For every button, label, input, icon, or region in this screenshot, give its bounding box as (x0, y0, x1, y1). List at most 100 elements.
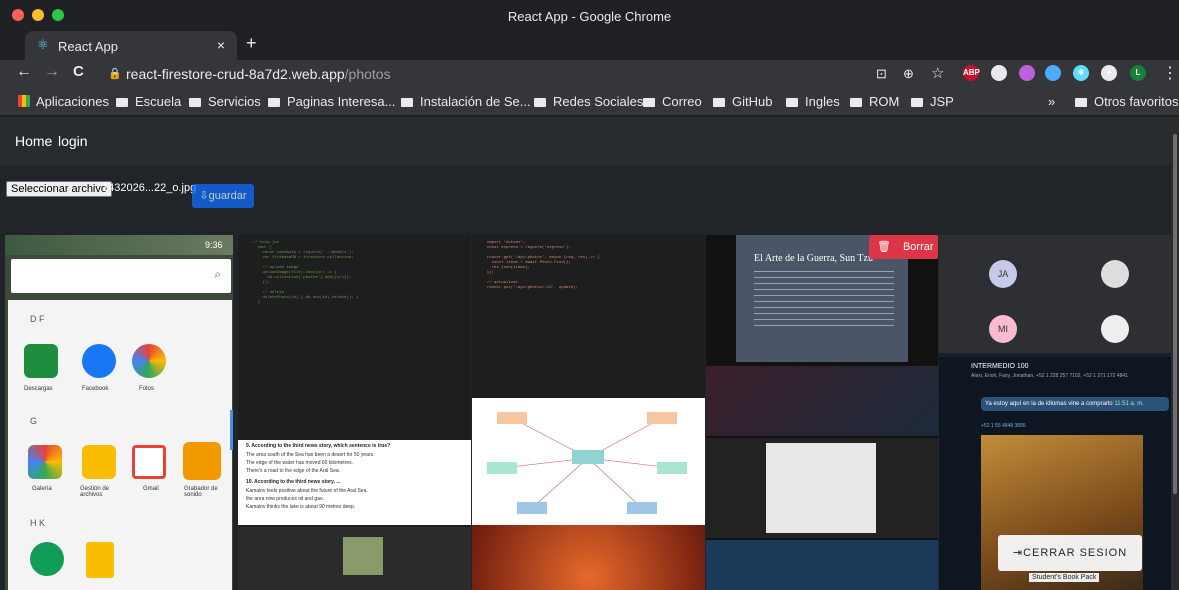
folder-icon (911, 98, 923, 107)
quiz-option: Kamalov feels positive about the future … (246, 488, 368, 494)
participant-avatar: MI (989, 315, 1017, 343)
cube-icon[interactable] (991, 65, 1007, 81)
abp-icon[interactable]: ABP (963, 65, 980, 81)
forward-button[interactable]: → (44, 63, 60, 81)
app-navbar: Home login (0, 117, 1171, 165)
bookmark-folder[interactable]: Ingles (786, 94, 840, 109)
download-icon: ⇩ (199, 190, 209, 202)
files-app-icon (82, 445, 116, 479)
translate-icon[interactable]: ⊡ (876, 66, 887, 82)
lock-icon: 🔒 (108, 68, 122, 80)
quiz-option: The edge of the water has moved 60 kilom… (246, 460, 354, 466)
code-screenshot: import 'dotenv'; const express = require… (486, 241, 600, 290)
chrome-menu-icon[interactable]: ⋮ (1162, 63, 1178, 83)
bookmark-folder[interactable]: Instalación de Se... (401, 94, 531, 109)
folder-icon (401, 98, 413, 107)
downloads-app-icon (24, 344, 58, 378)
folder-icon (850, 98, 862, 107)
selected-filename: 1432026...22_o.jpg (102, 182, 197, 194)
bookmark-folder[interactable]: Paginas Interesa... (268, 94, 395, 109)
bookmark-folder[interactable]: ROM (850, 94, 899, 109)
app-label: Grabador de sonido (184, 486, 218, 498)
scroll-indicator (230, 410, 233, 450)
tab-label: React App (58, 39, 118, 54)
folder-icon (534, 98, 546, 107)
react-favicon-icon: ⚛ (37, 37, 49, 52)
app-label: Gestión de archivos (80, 486, 110, 498)
photos-page: Seleccionar archivo 1432026...22_o.jpg ⇩… (0, 165, 1171, 590)
bookmark-folder[interactable]: Correo (643, 94, 702, 109)
chat-members: Alexi, Enoh, Fany, Jonathan, +52 1 228 2… (971, 373, 1128, 379)
code-screenshot: // hoja.jsx cmd: [ const saveAuto = requ… (252, 241, 359, 305)
desktop-screenshot (706, 366, 938, 436)
quiz-option: The area south of the Sea has been a des… (246, 452, 375, 458)
bookmark-folder[interactable]: Redes Sociales (534, 94, 643, 109)
profile-avatar[interactable]: L (1130, 65, 1146, 81)
window-title: React App - Google Chrome (507, 9, 672, 24)
window-titlebar: React App - Google Chrome (0, 0, 1179, 30)
photo-image (5, 235, 233, 255)
zoom-icon[interactable]: ⊕ (903, 66, 914, 82)
mindmap-diagram (487, 412, 687, 514)
puzzle-icon[interactable]: ✦ (1101, 65, 1117, 81)
taskbar-screenshot (706, 540, 938, 590)
folder-icon (116, 98, 128, 107)
news-page (766, 443, 876, 533)
chat-title: INTERMEDIO 100 (971, 363, 1029, 370)
address-bar[interactable]: 🔒 react-firestore-crud-8a7d2.web.app/pho… (104, 62, 959, 86)
bookmark-star-icon[interactable]: ☆ (931, 64, 944, 82)
app-label: Galería (32, 486, 52, 492)
trash-icon: 🗑 (877, 241, 891, 253)
app-label: Facebook (82, 386, 109, 392)
new-tab-button[interactable]: + (246, 33, 257, 54)
bookmark-folder[interactable]: Escuela (116, 94, 181, 109)
photo-card[interactable]: import 'dotenv'; const express = require… (472, 235, 705, 590)
photo-card[interactable]: El Arte de la Guerra, Sun Tzu 🗑 Borrar (706, 235, 938, 590)
app-label: Fotos (139, 386, 155, 392)
nav-home-link[interactable]: Home (15, 133, 52, 149)
tab-close-icon[interactable]: × (217, 37, 225, 53)
hangouts-app-icon (30, 542, 64, 576)
folder-icon (189, 98, 201, 107)
react-ext-icon[interactable]: ⚛ (1073, 65, 1089, 81)
search-icon: ⌕ (214, 267, 221, 281)
folder-icon (786, 98, 798, 107)
video-call-screenshot (238, 527, 471, 590)
mindmap-screenshot (472, 398, 705, 525)
gallery-app-icon (28, 445, 62, 479)
app-label: Gmail (143, 486, 159, 492)
book-title: El Arte de la Guerra, Sun Tzu (754, 253, 873, 264)
quiz-option: the area now produces oil and gas. (246, 496, 324, 502)
quiz-question: 9. According to the third news story, wh… (246, 443, 391, 449)
bookmark-folder[interactable]: GitHub (713, 94, 772, 109)
save-button[interactable]: ⇩guardar (192, 184, 254, 208)
apps-grid-icon (18, 95, 30, 107)
browser-toolbar: ← → C 🔒 react-firestore-crud-8a7d2.web.a… (0, 60, 1179, 88)
section-label: G (30, 416, 38, 426)
back-button[interactable]: ← (16, 63, 32, 81)
chat-message: Ya estoy aquí en la de idiomas vine a co… (981, 397, 1169, 411)
scrollbar-thumb[interactable] (1173, 134, 1177, 494)
ring-ext-icon[interactable] (1045, 65, 1061, 81)
section-label: D F (30, 314, 45, 324)
bookmark-apps[interactable]: Aplicaciones (18, 94, 109, 109)
bookmark-folder[interactable]: JSP (911, 94, 954, 109)
news-screenshot (706, 438, 938, 538)
nav-login-link[interactable]: login (58, 133, 88, 149)
circle-ext-icon[interactable] (1019, 65, 1035, 81)
tab-react-app[interactable]: ⚛ React App × (25, 31, 237, 60)
delete-button[interactable]: 🗑 Borrar (869, 235, 938, 259)
bookmark-folder[interactable]: Servicios (189, 94, 261, 109)
folder-icon (1075, 98, 1087, 107)
photo-card[interactable]: 9:36 ⌕ D F Descargas Facebook Fotos G Ga… (5, 235, 233, 590)
logout-icon: ⇥ (1012, 547, 1024, 559)
logout-button[interactable]: ⇥CERRAR SESION (998, 535, 1142, 571)
choose-file-button[interactable]: Seleccionar archivo (6, 181, 112, 197)
reload-button[interactable]: C (73, 63, 84, 80)
more-bookmarks-button[interactable]: » (1048, 94, 1055, 109)
other-bookmarks[interactable]: Otros favoritos (1075, 94, 1179, 109)
keep-app-icon (86, 542, 114, 578)
phone-time: 9:36 (205, 240, 223, 250)
participant-photo (1101, 260, 1129, 288)
photo-card[interactable]: // hoja.jsx cmd: [ const saveAuto = requ… (238, 235, 471, 590)
